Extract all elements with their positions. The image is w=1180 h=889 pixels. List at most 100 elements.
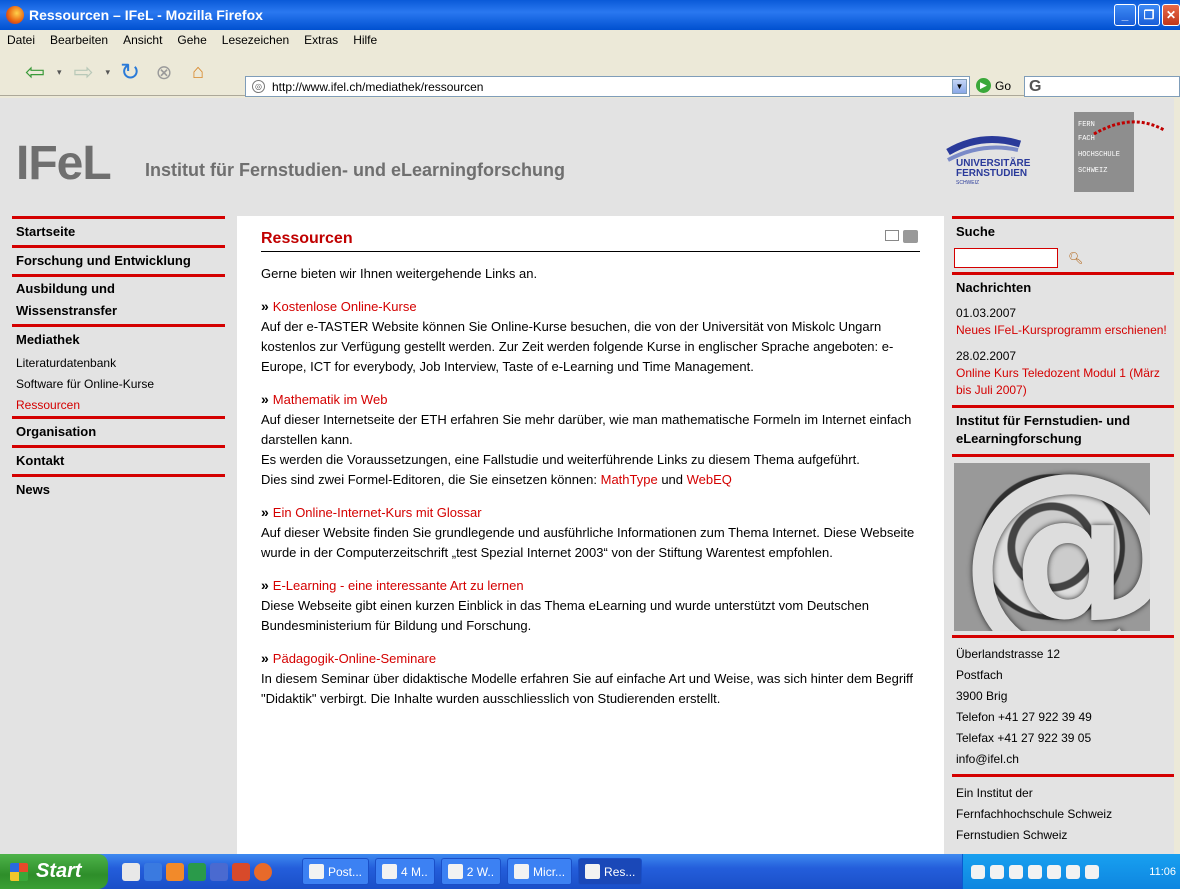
resource-link[interactable]: Kostenlose Online-Kurse — [273, 299, 417, 314]
go-label: Go — [995, 78, 1012, 93]
nav-software[interactable]: Software für Online-Kurse — [12, 374, 225, 395]
minimize-button[interactable]: _ — [1114, 4, 1136, 26]
intro-text: Gerne bieten wir Ihnen weitergehende Lin… — [261, 266, 538, 281]
back-arrow-icon[interactable]: ⇦ — [16, 56, 54, 90]
forward-arrow-icon[interactable]: ⇨ — [65, 56, 103, 90]
nav-ausbildung-line-1: Ausbildung und — [16, 281, 115, 296]
menu-ansicht[interactable]: Ansicht — [123, 33, 162, 47]
partner-logo[interactable]: UNIVERSITÄRE FERNSTUDIEN SCHWEIZ FERN FA… — [942, 104, 1174, 204]
page-title: Ressourcen — [261, 228, 920, 252]
taskbar-button[interactable]: Post... — [302, 858, 370, 885]
taskbar-button-label: Micr... — [533, 864, 566, 879]
partner-right-1: FERN — [1078, 121, 1095, 129]
news-link[interactable]: Neues IFeL-Kursprogramm erschienen! — [952, 322, 1174, 339]
home-icon[interactable]: ⌂ — [181, 56, 215, 90]
windows-flag-icon — [10, 862, 28, 881]
system-tray: 11:06 — [962, 854, 1180, 889]
google-icon: G — [1029, 77, 1042, 95]
reload-icon[interactable]: ↻ — [113, 56, 147, 90]
tray-chevron-icon[interactable] — [971, 864, 985, 879]
site-icon: ◎ — [252, 80, 265, 93]
nav-mediathek[interactable]: Mediathek — [12, 324, 225, 353]
security-icon[interactable] — [1028, 864, 1042, 879]
nav-forschung[interactable]: Forschung und Entwicklung — [12, 245, 225, 274]
powerpoint-icon[interactable] — [232, 862, 250, 881]
search-icon[interactable]: 🔍︎ — [1068, 251, 1083, 265]
nav-ressourcen[interactable]: Ressourcen — [12, 395, 225, 416]
at-sign-image — [954, 463, 1150, 631]
resource-text: In diesem Seminar über didaktische Model… — [261, 671, 914, 706]
start-label: Start — [36, 860, 82, 882]
nav-startseite[interactable]: Startseite — [12, 216, 225, 245]
resource-link[interactable]: Ein Online-Internet-Kurs mit Glossar — [273, 505, 482, 520]
raquo-icon: » — [261, 577, 269, 593]
site-search-input[interactable] — [954, 248, 1058, 268]
nav-literaturdatenbank[interactable]: Literaturdatenbank — [12, 353, 225, 374]
menu-datei[interactable]: Datei — [7, 33, 35, 47]
resource-item: » Ein Online-Internet-Kurs mit Glossar Au… — [261, 502, 920, 563]
close-button[interactable]: ✕ — [1162, 4, 1180, 26]
taskbar: Start Post... 4 M.. 2 W.. Micr... Res...… — [0, 854, 1180, 889]
nav-ausbildung[interactable]: Ausbildung und — [12, 274, 225, 301]
tray-window-icon[interactable] — [1066, 864, 1080, 879]
nav-kontakt[interactable]: Kontakt — [12, 445, 225, 474]
taskbar-button[interactable]: 4 M.. — [375, 858, 435, 885]
bluetooth-icon[interactable] — [1047, 864, 1061, 879]
back-dropdown-icon[interactable]: ▾ — [57, 67, 62, 78]
maximize-button[interactable]: ❐ — [1138, 4, 1160, 26]
address-block: Überlandstrasse 12 Postfach 3900 Brig Te… — [952, 635, 1174, 774]
taskbar-button[interactable]: 2 W.. — [440, 858, 502, 885]
firefox-icon[interactable] — [254, 862, 272, 881]
news-link[interactable]: Online Kurs Teledozent Modul 1 (März bis… — [952, 365, 1174, 405]
resource-item: » E-Learning - eine interessante Art zu l… — [261, 575, 920, 636]
resource-link[interactable]: E-Learning - eine interessante Art zu le… — [273, 578, 524, 593]
forward-dropdown-icon[interactable]: ▾ — [106, 67, 111, 78]
print-icon[interactable] — [903, 230, 918, 243]
site-search: 🔍︎ — [952, 244, 1174, 272]
word-icon — [514, 864, 530, 879]
taskbar-button[interactable]: Micr... — [507, 858, 573, 885]
partner-line-2: FERNSTUDIEN — [956, 168, 1027, 179]
desktop-icon[interactable] — [122, 862, 140, 881]
menu-extras[interactable]: Extras — [304, 33, 338, 47]
email-icon[interactable] — [885, 230, 899, 241]
start-button[interactable]: Start — [0, 854, 108, 889]
url-dropdown-icon[interactable]: ▼ — [952, 79, 967, 94]
resource-item: » Mathematik im Web Auf dieser Internetse… — [261, 389, 920, 490]
menu-bearbeiten[interactable]: Bearbeiten — [50, 33, 108, 47]
resource-text-3-joiner: und — [657, 472, 687, 487]
menu-hilfe[interactable]: Hilfe — [353, 33, 377, 47]
news-title: Nachrichten — [952, 272, 1174, 300]
resource-link[interactable]: Pädagogik-Online-Seminare — [273, 651, 436, 666]
tray-app-icon[interactable] — [990, 864, 1004, 879]
window-title: Ressourcen – IFeL - Mozilla Firefox — [29, 7, 263, 23]
ifel-logo[interactable]: IFeL — [16, 136, 112, 191]
resource-text-3: Dies sind zwei Formel-Editoren, die Sie … — [261, 470, 920, 490]
google-search-input[interactable]: G — [1024, 76, 1180, 97]
webeq-link[interactable]: WebEQ — [687, 472, 732, 487]
ie-icon[interactable] — [144, 862, 162, 881]
url-bar[interactable]: ◎ http://www.ifel.ch/mediathek/ressource… — [245, 76, 970, 97]
mathtype-link[interactable]: MathType — [601, 472, 658, 487]
word-icon[interactable] — [210, 862, 228, 881]
taskbar-button-label: Post... — [328, 864, 363, 879]
clock[interactable]: 11:06 — [1149, 866, 1176, 878]
wifi-icon[interactable] — [1085, 864, 1099, 879]
stop-icon[interactable]: ⊗ — [147, 56, 181, 90]
taskbar-button-active[interactable]: Res... — [578, 858, 643, 885]
nav-wissenstransfer[interactable]: Wissenstransfer — [12, 301, 225, 324]
go-icon: ▶ — [976, 78, 991, 93]
nav-news[interactable]: News — [12, 474, 225, 503]
resource-link[interactable]: Mathematik im Web — [273, 392, 388, 407]
quick-launch — [122, 862, 272, 881]
network-icon[interactable] — [1009, 864, 1023, 879]
nav-organisation[interactable]: Organisation — [12, 416, 225, 445]
go-button[interactable]: ▶ Go — [976, 78, 1011, 93]
email-link[interactable]: info@ifel.ch — [952, 749, 1174, 774]
scrollbar[interactable] — [1174, 98, 1180, 854]
outlook-icon[interactable] — [166, 862, 184, 881]
menu-gehe[interactable]: Gehe — [177, 33, 206, 47]
excel-icon[interactable] — [188, 862, 206, 881]
menu-lesezeichen[interactable]: Lesezeichen — [222, 33, 289, 47]
footer-line: Ein Institut der — [956, 786, 1033, 800]
